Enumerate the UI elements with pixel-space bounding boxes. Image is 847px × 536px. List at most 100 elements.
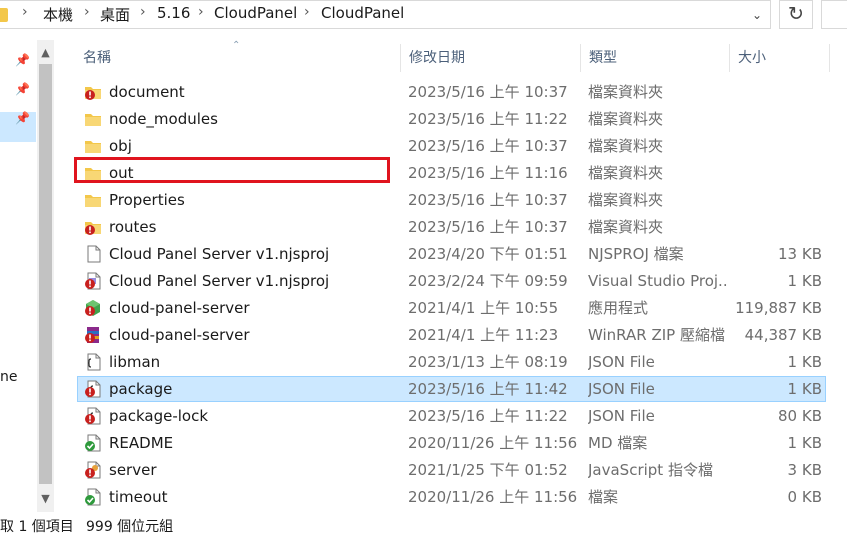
file-type: 檔案資料夾 <box>588 218 664 236</box>
file-row[interactable]: obj 2023/5/16 上午 10:37 檔案資料夾 <box>77 133 826 159</box>
breadcrumb-separator: › <box>304 4 310 20</box>
refresh-button[interactable]: ↻ <box>779 0 813 29</box>
refresh-icon: ↻ <box>788 3 804 25</box>
file-row[interactable]: timeout 2020/11/26 上午 11:56 檔案 0 KB <box>77 484 826 510</box>
file-row[interactable]: cloud-panel-server 2021/4/1 上午 11:23 WinRA… <box>77 322 826 348</box>
file-date: 2023/5/16 上午 11:22 <box>408 407 568 425</box>
pin-icon[interactable]: 📌 <box>15 111 30 125</box>
file-row[interactable]: document 2023/5/16 上午 10:37 檔案資料夾 <box>77 79 826 105</box>
js-error-icon <box>85 461 101 479</box>
status-selected-size: 999 個位元組 <box>86 519 174 535</box>
file-row[interactable]: cloud-panel-server 2021/4/1 上午 10:55 應用程式 1… <box>77 295 826 321</box>
file-type: 檔案資料夾 <box>588 164 664 182</box>
file-name: package <box>109 380 173 398</box>
pin-icon[interactable]: 📌 <box>15 53 30 67</box>
folder-icon <box>0 8 8 22</box>
file-name: Properties <box>109 191 185 209</box>
file-name: Cloud Panel Server v1.njsproj <box>109 245 330 263</box>
file-name: cloud-panel-server <box>109 299 250 317</box>
file-size: 1 KB <box>787 353 822 371</box>
file-size: 3 KB <box>787 461 822 479</box>
file-name: libman <box>109 353 161 371</box>
column-header-type[interactable]: 類型 <box>589 40 617 74</box>
breadcrumb-item-desktop[interactable]: 桌面 <box>100 4 130 25</box>
nav-item-label[interactable]: ne <box>0 369 18 385</box>
file-size: 119,887 KB <box>735 299 822 317</box>
file-name: routes <box>109 218 157 236</box>
file-row[interactable]: README 2020/11/26 上午 11:56 MD 檔案 1 KB <box>77 430 826 456</box>
file-name: obj <box>109 137 132 155</box>
breadcrumb-item-5-16[interactable]: 5.16 <box>157 4 190 22</box>
pin-icon[interactable]: 📌 <box>15 82 30 96</box>
file-name: node_modules <box>109 110 218 128</box>
file-date: 2023/5/16 上午 11:22 <box>408 110 568 128</box>
file-name: README <box>109 434 174 452</box>
file-date: 2023/5/16 上午 11:42 <box>408 380 568 398</box>
file-name: document <box>109 83 185 101</box>
json-error-icon <box>85 380 101 398</box>
breadcrumb-item-cloudpanel-current[interactable]: CloudPanel <box>321 4 404 22</box>
file-row[interactable]: out 2023/5/16 上午 11:16 檔案資料夾 <box>77 160 826 186</box>
column-header-name[interactable]: 名稱 <box>83 40 111 74</box>
folder-error-icon <box>85 222 101 235</box>
file-type: 應用程式 <box>588 299 649 317</box>
winrar-icon <box>85 327 99 343</box>
file-row[interactable]: package-lock 2023/5/16 上午 11:22 JSON File 8… <box>77 403 826 429</box>
app-icon <box>85 300 100 316</box>
folder-icon <box>85 141 101 153</box>
navigation-pane: 📌 📌 📌 ne ▲ ▼ <box>0 40 56 512</box>
file-type: MD 檔案 <box>588 434 648 452</box>
json-icon <box>87 353 101 371</box>
scroll-up-icon[interactable]: ▲ <box>37 46 54 60</box>
breadcrumb-separator: › <box>84 4 90 20</box>
file-type: 檔案資料夾 <box>588 110 664 128</box>
column-divider[interactable] <box>580 44 581 72</box>
file-type: 檔案資料夾 <box>588 137 664 155</box>
file-row[interactable]: package 2023/5/16 上午 11:42 JSON File 1 KB <box>77 376 826 402</box>
file-row[interactable]: Cloud Panel Server v1.njsproj 2023/4/20 下… <box>77 241 826 267</box>
breadcrumb[interactable]: › 本機 › 桌面 › 5.16 › CloudPanel › CloudPan… <box>0 0 771 29</box>
search-input[interactable] <box>821 0 847 29</box>
folder-icon <box>85 114 101 126</box>
scrollbar-thumb[interactable] <box>39 64 52 484</box>
file-date: 2020/11/26 上午 11:56 <box>408 488 578 506</box>
file-date: 2023/1/13 上午 08:19 <box>408 353 568 371</box>
file-row[interactable]: Cloud Panel Server v1.njsproj 2023/2/24 下… <box>77 268 826 294</box>
file-date: 2023/5/16 上午 11:16 <box>408 164 568 182</box>
file-size: 13 KB <box>778 245 822 263</box>
status-selected-count: 取 1 個項目 <box>0 519 74 535</box>
file-row[interactable]: Properties 2023/5/16 上午 10:37 檔案資料夾 <box>77 187 826 213</box>
column-divider[interactable] <box>829 44 830 72</box>
md-check-icon <box>85 434 101 452</box>
file-type: JSON File <box>588 380 655 398</box>
file-size: 0 KB <box>787 488 822 506</box>
file-row[interactable]: libman 2023/1/13 上午 08:19 JSON File 1 KB <box>77 349 826 375</box>
file-name: Cloud Panel Server v1.njsproj <box>109 272 330 290</box>
scroll-down-icon[interactable]: ▼ <box>37 492 54 506</box>
file-name: timeout <box>109 488 168 506</box>
breadcrumb-item-this-pc[interactable]: 本機 <box>43 4 73 25</box>
file-date: 2021/4/1 上午 10:55 <box>408 299 559 317</box>
breadcrumb-separator: › <box>22 4 28 20</box>
file-check-icon <box>85 488 101 506</box>
status-bar: 取 1 個項目 999 個位元組 <box>0 514 847 536</box>
column-header-date[interactable]: 修改日期 <box>409 40 465 74</box>
nav-scrollbar[interactable]: ▲ ▼ <box>37 40 54 512</box>
file-row[interactable]: routes 2023/5/16 上午 10:37 檔案資料夾 <box>77 214 826 240</box>
breadcrumb-item-cloudpanel[interactable]: CloudPanel <box>214 4 297 22</box>
breadcrumb-separator: › <box>198 4 204 20</box>
file-date: 2023/5/16 上午 10:37 <box>408 137 568 155</box>
file-size: 1 KB <box>787 380 822 398</box>
file-size: 1 KB <box>787 434 822 452</box>
file-date: 2021/4/1 上午 11:23 <box>408 326 559 344</box>
file-type: JavaScript 指令檔 <box>588 461 713 479</box>
file-row[interactable]: node_modules 2023/5/16 上午 11:22 檔案資料夾 <box>77 106 826 132</box>
file-size: 1 KB <box>787 272 822 290</box>
file-row[interactable]: server 2021/1/25 下午 01:52 JavaScript 指令檔 3 … <box>77 457 826 483</box>
chevron-down-icon[interactable]: ⌄ <box>748 5 766 25</box>
column-divider[interactable] <box>729 44 730 72</box>
file-date: 2023/5/16 上午 10:37 <box>408 191 568 209</box>
column-header-size[interactable]: 大小 <box>738 40 766 74</box>
file-date: 2021/1/25 下午 01:52 <box>408 461 568 479</box>
column-divider[interactable] <box>400 44 401 72</box>
